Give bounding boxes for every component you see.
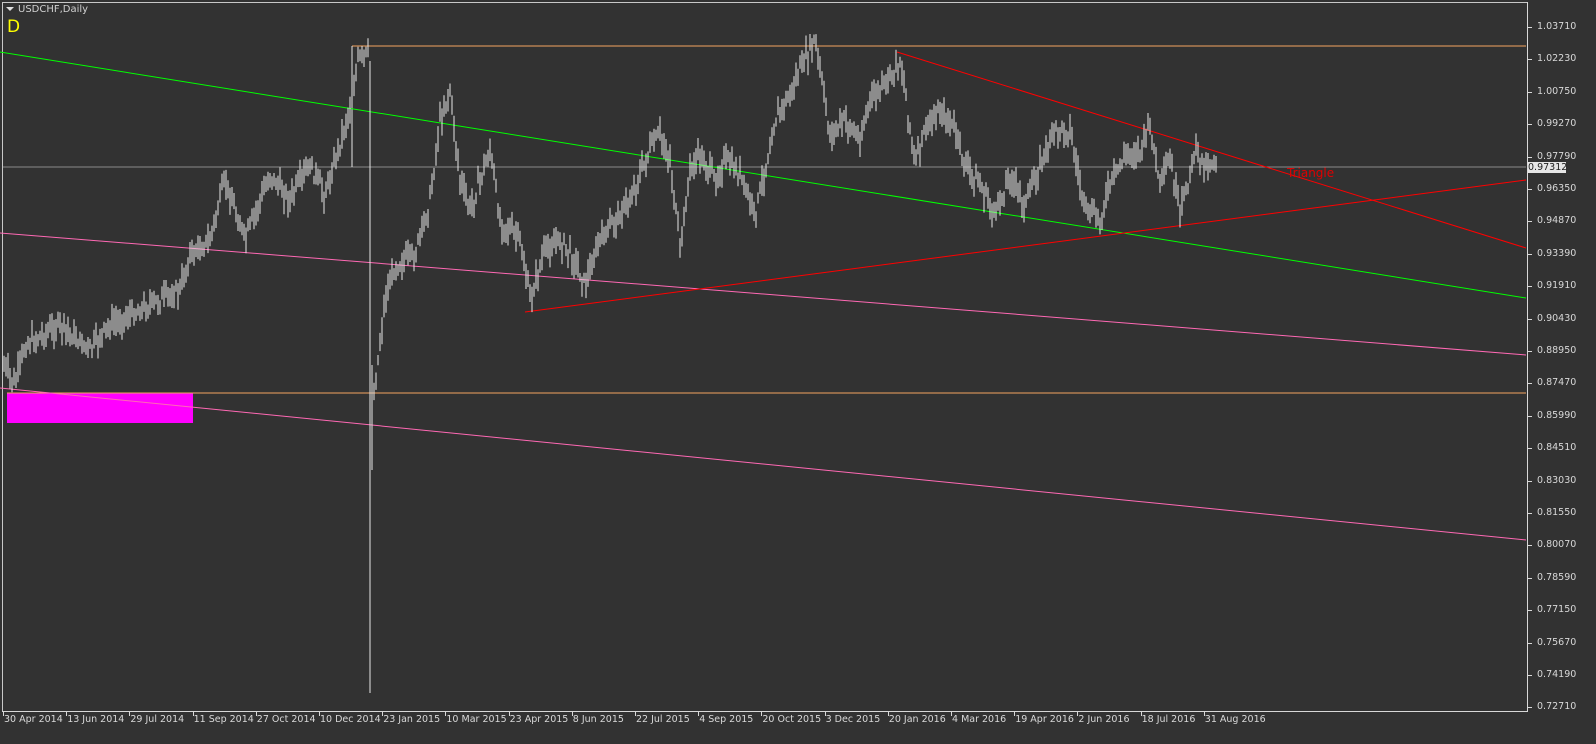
price-tick-label: 0.80070 — [1537, 539, 1577, 551]
price-tick-label: 0.97790 — [1537, 150, 1577, 162]
price-tick — [1528, 318, 1532, 320]
date-tick-label: 3 Dec 2015 — [825, 714, 881, 725]
date-tick-label: 22 Jul 2015 — [636, 714, 690, 725]
price-tick — [1528, 253, 1532, 255]
price-tick-label: 0.87470 — [1537, 377, 1577, 389]
price-tick — [1528, 675, 1532, 676]
date-tick-label: 18 Jul 2016 — [1141, 714, 1196, 725]
date-tick-label: 4 Sep 2015 — [699, 714, 754, 725]
price-tick-label: 0.96350 — [1537, 183, 1577, 194]
date-tick-label: 23 Jan 2015 — [383, 714, 441, 725]
current-price-label: 0.97312 — [1528, 162, 1568, 173]
triangle-upper-line[interactable] — [896, 51, 1527, 249]
pink-channel-upper[interactable] — [0, 232, 1527, 356]
price-tick-label: 1.03710 — [1537, 21, 1577, 32]
price-tick-label: 1.02230 — [1537, 53, 1577, 65]
price-tick-label: 0.94870 — [1537, 215, 1577, 227]
price-tick — [1528, 383, 1532, 385]
price-tick — [1528, 448, 1532, 450]
date-tick-label: 30 Apr 2014 — [4, 714, 63, 725]
date-tick-label: 19 Apr 2016 — [1015, 714, 1074, 725]
date-tick-label: 11 Sep 2014 — [193, 714, 254, 725]
price-tick — [1528, 221, 1532, 223]
date-tick-label: 2 Jun 2016 — [1078, 714, 1130, 725]
triangle-label: Triangle — [1287, 166, 1335, 180]
price-tick — [1528, 513, 1532, 514]
price-tick — [1528, 27, 1532, 28]
price-tick — [1528, 91, 1532, 93]
date-tick-label: 13 Jun 2014 — [67, 714, 125, 725]
price-tick-label: 0.74190 — [1537, 669, 1577, 680]
price-tick — [1528, 124, 1532, 126]
price-tick-label: 0.72710 — [1537, 701, 1577, 713]
price-bars — [3, 34, 1217, 693]
price-tick — [1528, 577, 1532, 579]
date-tick-label: 10 Dec 2014 — [320, 714, 381, 725]
price-tick-label: 0.83030 — [1537, 474, 1577, 486]
price-tick — [1528, 189, 1532, 190]
date-tick-label: 23 Apr 2015 — [509, 714, 569, 725]
price-tick — [1528, 545, 1532, 547]
price-tick-label: 1.00750 — [1537, 85, 1577, 97]
price-tick-label: 0.78590 — [1537, 571, 1577, 583]
price-tick-label: 0.81550 — [1537, 507, 1577, 518]
date-tick-label: 20 Jan 2016 — [888, 714, 946, 725]
price-tick — [1528, 610, 1532, 612]
price-tick-label: 0.93390 — [1537, 247, 1577, 259]
price-tick-label: 0.90430 — [1537, 312, 1577, 324]
date-tick-label: 27 Oct 2014 — [256, 714, 316, 725]
price-tick — [1528, 707, 1532, 709]
price-tick — [1528, 156, 1532, 158]
date-tick-label: 8 Jun 2015 — [572, 714, 624, 725]
date-tick-label: 10 Mar 2015 — [446, 714, 507, 725]
price-tick-label: 0.85990 — [1537, 409, 1577, 421]
price-tick-label: 0.75670 — [1537, 636, 1577, 648]
price-tick — [1528, 480, 1532, 482]
price-tick — [1528, 415, 1532, 417]
price-tick-label: 0.77150 — [1537, 604, 1577, 616]
price-tick — [1528, 286, 1532, 288]
price-tick-label: 0.91910 — [1537, 280, 1577, 292]
price-axis[interactable] — [1527, 2, 1528, 712]
price-tick — [1528, 351, 1532, 352]
price-tick-label: 0.84510 — [1537, 442, 1577, 454]
price-tick — [1528, 642, 1532, 644]
date-tick-label: 4 Mar 2016 — [952, 714, 1007, 725]
date-tick-label: 20 Oct 2015 — [762, 714, 822, 725]
price-tick — [1528, 59, 1532, 61]
date-tick-label: 29 Jul 2014 — [130, 714, 185, 725]
date-tick-label: 31 Aug 2016 — [1204, 714, 1266, 725]
chart-drawing — [0, 34, 1527, 693]
pink-channel-lower[interactable] — [0, 387, 1527, 541]
price-tick-label: 0.88950 — [1537, 345, 1577, 356]
time-axis[interactable] — [2, 711, 1528, 712]
price-tick-label: 0.99270 — [1537, 118, 1577, 130]
